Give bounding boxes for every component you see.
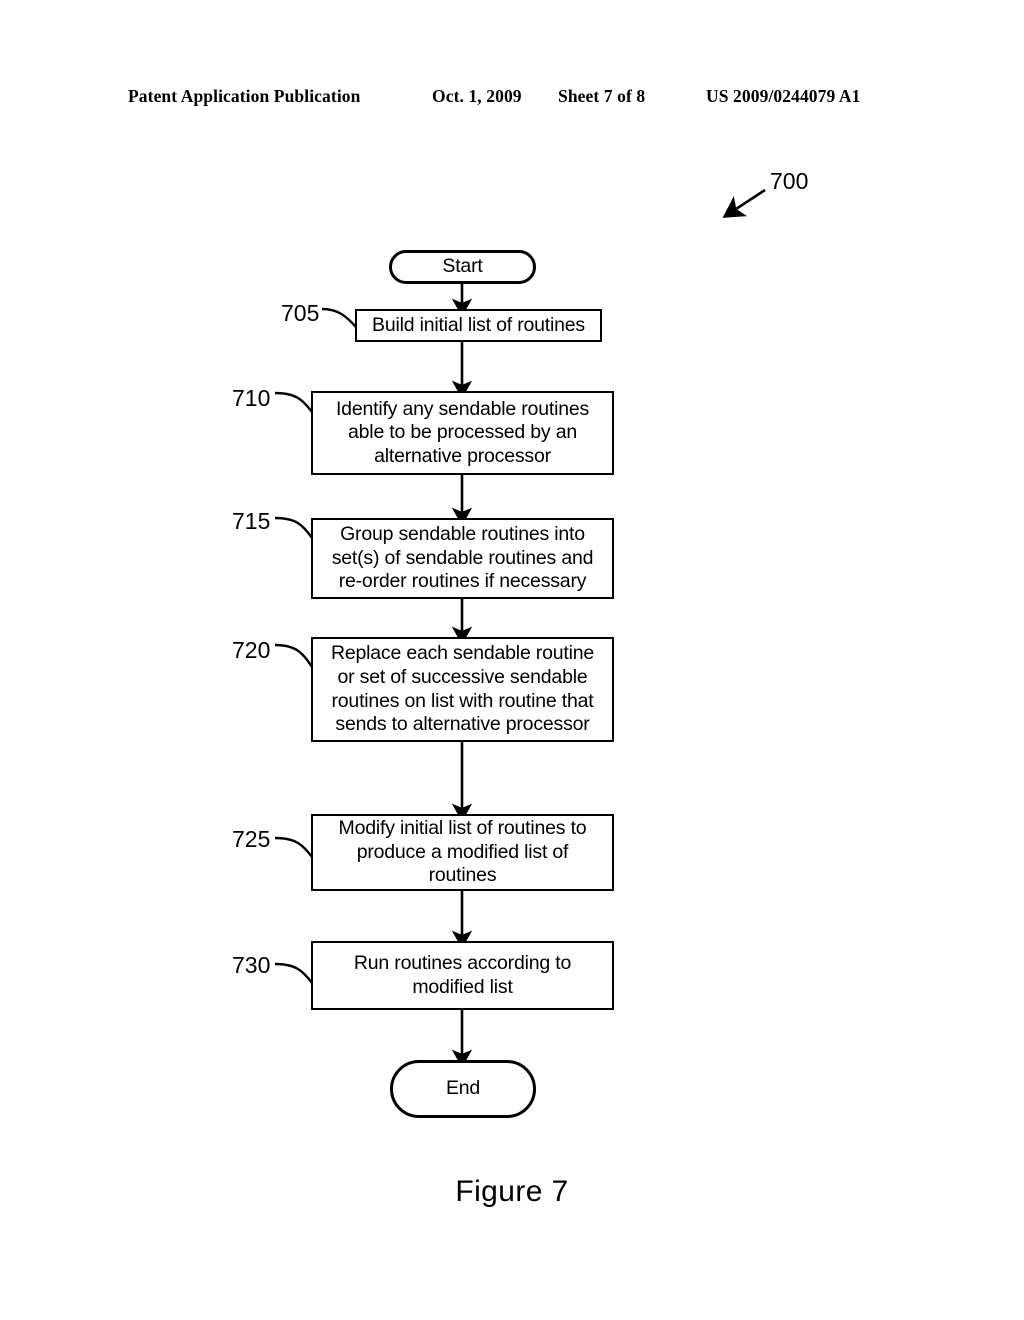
reference-720-leader [274,643,314,668]
reference-715-leader [274,516,313,539]
flowchart-node-710: Identify any sendable routines able to b… [311,391,614,475]
reference-numeral-705: 705 [281,300,320,326]
flowchart-node-end: End [390,1060,536,1118]
flowchart-node-715-label: Group sendable routines into set(s) of s… [331,523,594,593]
flowchart-node-start: Start [389,250,536,284]
reference-numeral-720: 720 [232,637,271,663]
reference-725-leader [274,836,313,858]
flowchart-node-end-label: End [445,1077,481,1100]
flowchart-node-730: Run routines according to modified list [311,941,614,1010]
flowchart-node-705-label: Build initial list of routines [372,313,585,336]
reference-710-leader [274,391,313,413]
figure-caption: Figure 7 [455,1175,569,1208]
reference-700-leader [722,188,766,218]
reference-numeral-730: 730 [232,952,271,978]
reference-numeral-710: 710 [232,385,271,411]
flowchart-node-start-label: Start [442,255,483,278]
flowchart-node-730-label: Run routines according to modified list [353,951,572,998]
reference-numeral-725: 725 [232,826,271,852]
reference-numeral-715: 715 [232,508,271,534]
flowchart-node-720-label: Replace each sendable routine or set of … [330,642,595,736]
flowchart-node-725: Modify initial list of routines to produ… [311,814,614,891]
reference-730-leader [274,962,313,984]
reference-numeral-700: 700 [770,168,809,194]
figure-700-flowchart: 700 705 710 715 720 725 730 Start Build … [0,0,1024,1320]
flowchart-node-710-label: Identify any sendable routines able to b… [335,397,590,467]
flowchart-node-720: Replace each sendable routine or set of … [311,637,614,742]
flowchart-node-715: Group sendable routines into set(s) of s… [311,518,614,599]
flowchart-node-705: Build initial list of routines [355,309,602,342]
reference-705-leader [321,307,357,328]
flowchart-node-725-label: Modify initial list of routines to produ… [338,817,587,887]
